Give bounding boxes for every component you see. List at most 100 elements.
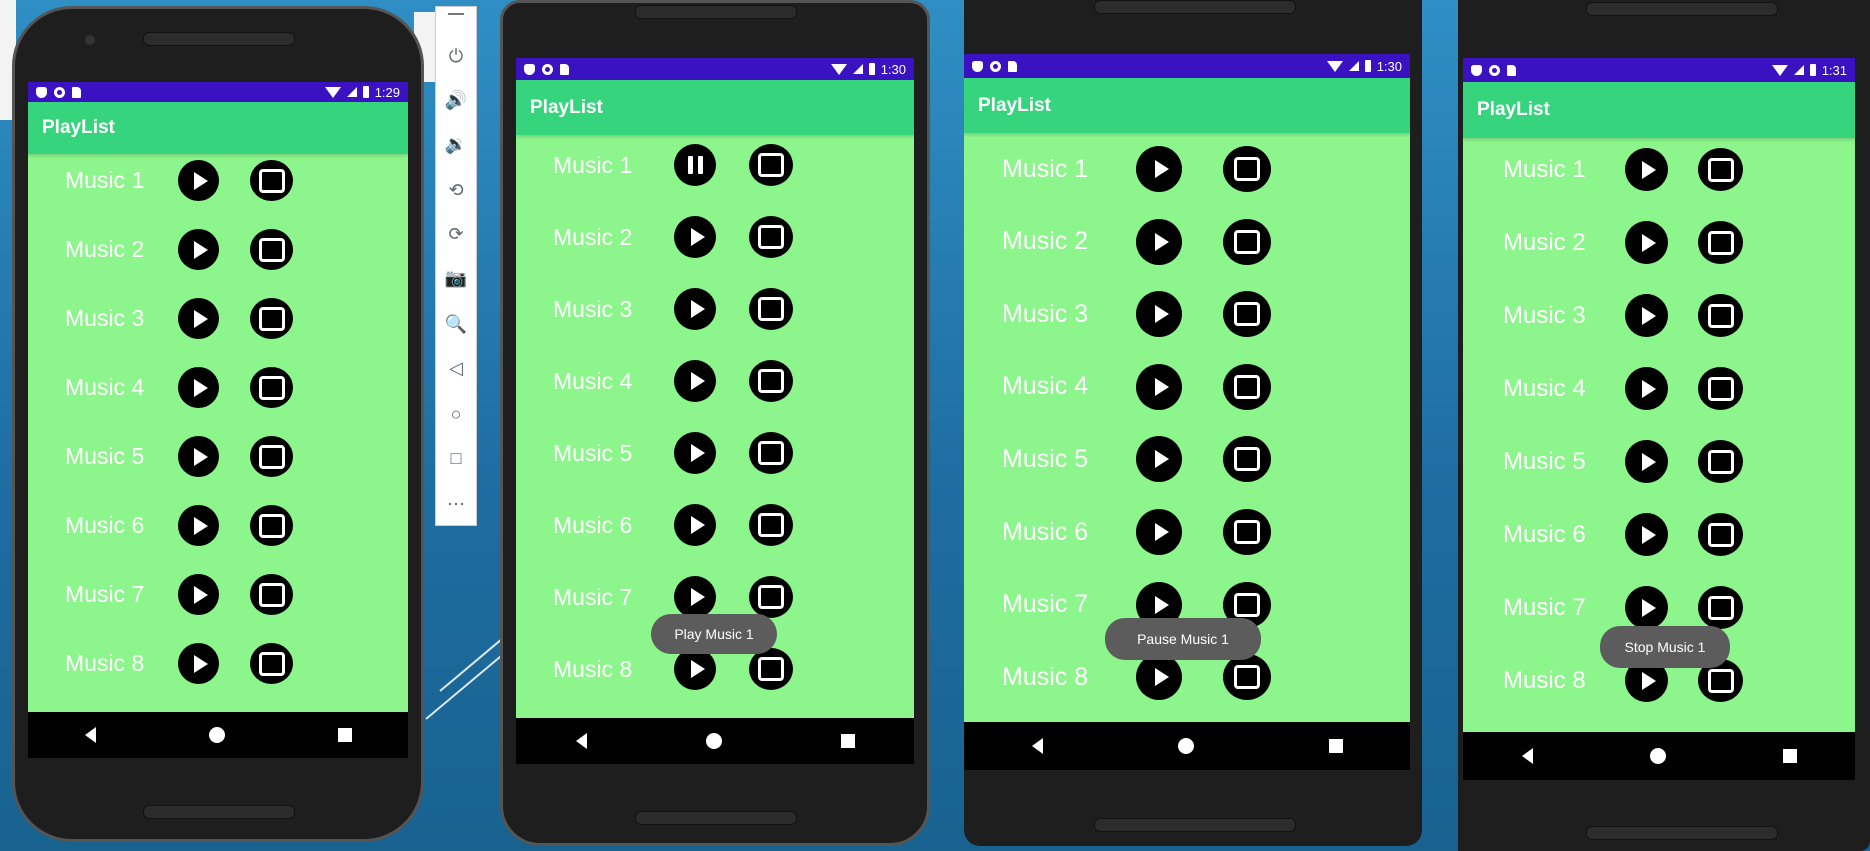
track-label: Music 2: [1503, 228, 1586, 256]
stop-button[interactable]: [1223, 146, 1271, 192]
nav-recents-icon[interactable]: [1782, 749, 1797, 763]
stop-button[interactable]: [1698, 586, 1743, 629]
app-title: PlayList: [978, 94, 1051, 116]
stop-button[interactable]: [1698, 367, 1743, 410]
stop-button[interactable]: [749, 288, 793, 330]
stop-button[interactable]: [1698, 294, 1743, 337]
stop-button[interactable]: [1223, 363, 1271, 410]
play-icon: [1154, 305, 1169, 324]
play-button[interactable]: [178, 436, 219, 477]
stop-button[interactable]: [749, 576, 793, 618]
more-icon[interactable]: ⋯: [445, 493, 467, 515]
stop-button[interactable]: [250, 643, 293, 684]
stop-button[interactable]: [749, 648, 793, 690]
play-button[interactable]: [1136, 146, 1182, 192]
play-button[interactable]: [1136, 509, 1182, 555]
status-bar: 1:30: [516, 58, 914, 80]
stop-icon: [258, 582, 285, 607]
nav-recents-icon[interactable]: [1328, 739, 1343, 753]
power-icon[interactable]: ⏻: [445, 45, 467, 67]
stop-button[interactable]: [749, 360, 793, 402]
play-button[interactable]: [1625, 440, 1668, 483]
track-label: Music 4: [1503, 374, 1586, 402]
nav-recents-icon[interactable]: [337, 728, 352, 742]
settings-dot-icon: [1489, 64, 1500, 76]
play-button[interactable]: [178, 367, 219, 408]
play-button[interactable]: [1625, 586, 1668, 629]
stop-button[interactable]: [250, 298, 293, 339]
stop-button[interactable]: [250, 160, 293, 201]
stop-button[interactable]: [749, 216, 793, 258]
stop-button[interactable]: [1223, 509, 1271, 555]
play-icon: [1642, 525, 1656, 544]
stop-button[interactable]: [1223, 436, 1271, 483]
nav-back-icon[interactable]: [1521, 748, 1533, 764]
stop-button[interactable]: [1223, 291, 1271, 338]
nav-home-icon[interactable]: [208, 727, 225, 743]
stop-button[interactable]: [250, 229, 293, 270]
nav-home-icon[interactable]: [1649, 748, 1666, 764]
nav-back-icon[interactable]: [1031, 738, 1043, 754]
play-button[interactable]: [1136, 218, 1182, 265]
volume-down-icon[interactable]: 🔉: [445, 133, 467, 155]
play-button[interactable]: [178, 229, 219, 270]
camera-icon[interactable]: 📷: [445, 267, 467, 289]
stop-icon: [1707, 376, 1734, 401]
nav-home-icon[interactable]: [1177, 738, 1194, 754]
play-button[interactable]: [674, 432, 716, 474]
stop-icon: [1707, 668, 1734, 693]
play-button[interactable]: [674, 288, 716, 330]
stop-button[interactable]: [250, 574, 293, 615]
overview-icon[interactable]: □: [445, 447, 467, 469]
stop-button[interactable]: [1698, 221, 1743, 264]
track-label: Music 7: [553, 583, 633, 610]
nav-home-icon[interactable]: [705, 733, 722, 749]
play-button[interactable]: [1136, 654, 1182, 701]
stop-button[interactable]: [250, 367, 293, 408]
stop-button[interactable]: [250, 436, 293, 477]
stop-button[interactable]: [1698, 148, 1743, 191]
play-button[interactable]: [1625, 367, 1668, 410]
stop-button[interactable]: [250, 505, 293, 546]
stop-button[interactable]: [749, 432, 793, 474]
phone-screen-1: 1:29 PlayList Music 1 Music 2 Music 3 Music…: [28, 82, 408, 758]
play-button[interactable]: [1136, 363, 1182, 410]
play-button[interactable]: [674, 648, 716, 690]
stop-button[interactable]: [749, 504, 793, 546]
minimize-icon[interactable]: [448, 13, 464, 15]
rotate-right-icon[interactable]: ⟳: [445, 223, 467, 245]
navigation-bar: [1463, 732, 1855, 780]
play-button[interactable]: [674, 216, 716, 258]
stop-button[interactable]: [1698, 440, 1743, 483]
play-icon: [1642, 671, 1656, 690]
play-button[interactable]: [674, 360, 716, 402]
zoom-icon[interactable]: 🔍: [445, 313, 467, 335]
stop-button[interactable]: [1223, 218, 1271, 265]
nav-back-icon[interactable]: [575, 733, 587, 749]
home-icon[interactable]: ○: [445, 403, 467, 425]
play-button[interactable]: [1625, 513, 1668, 556]
play-button[interactable]: [1625, 221, 1668, 264]
play-button[interactable]: [178, 643, 219, 684]
nav-recents-icon[interactable]: [840, 734, 855, 748]
play-button[interactable]: [178, 298, 219, 339]
play-button[interactable]: [674, 504, 716, 546]
play-button[interactable]: [178, 505, 219, 546]
play-button[interactable]: [1625, 148, 1668, 191]
stop-button[interactable]: [749, 144, 793, 186]
play-button[interactable]: [178, 160, 219, 201]
back-icon[interactable]: ◁: [445, 357, 467, 379]
play-button[interactable]: [1136, 291, 1182, 338]
play-button[interactable]: [178, 574, 219, 615]
play-button[interactable]: [1625, 294, 1668, 337]
rotate-left-icon[interactable]: ⟲: [445, 179, 467, 201]
play-button[interactable]: [674, 576, 716, 618]
play-icon: [690, 372, 705, 390]
nav-back-icon[interactable]: [84, 727, 96, 743]
volume-up-icon[interactable]: 🔊: [445, 89, 467, 111]
pause-button[interactable]: [674, 144, 716, 186]
track-row: Music 5: [964, 436, 1410, 483]
stop-button[interactable]: [1698, 513, 1743, 556]
play-button[interactable]: [1136, 436, 1182, 483]
stop-button[interactable]: [1223, 654, 1271, 701]
